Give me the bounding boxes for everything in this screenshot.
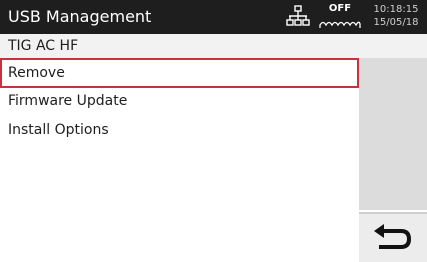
back-arrow-icon (374, 224, 412, 249)
process-subtitle: TIG AC HF (8, 38, 79, 54)
back-button[interactable] (359, 212, 427, 262)
clock-date: 15/05/18 (373, 17, 419, 28)
menu-item-label: Install Options (8, 122, 109, 138)
menu-item-firmware-update[interactable]: Firmware Update (0, 87, 357, 115)
menu-item-install-options[interactable]: Install Options (0, 116, 357, 144)
cooling-unit-icon: OFF (315, 3, 365, 33)
menu-list: Remove Firmware Update Install Options (0, 58, 359, 262)
network-icon (286, 5, 310, 26)
menu-item-remove[interactable]: Remove (0, 58, 359, 88)
usb-management-screen: USB Management OFF 10:18:15 15/05/18 TIG… (0, 0, 427, 262)
title-bar: USB Management OFF 10:18:15 15/05/18 (0, 0, 427, 34)
menu-item-label: Remove (8, 65, 65, 81)
clock-time: 10:18:15 (373, 4, 419, 15)
process-subtitle-bar: TIG AC HF (0, 34, 427, 59)
clock: 10:18:15 15/05/18 (368, 3, 424, 29)
scroll-panel (359, 58, 427, 210)
cooling-status-label: OFF (328, 3, 352, 14)
page-title: USB Management (8, 7, 152, 26)
menu-item-label: Firmware Update (8, 93, 128, 109)
water-wave-icon (319, 21, 361, 28)
